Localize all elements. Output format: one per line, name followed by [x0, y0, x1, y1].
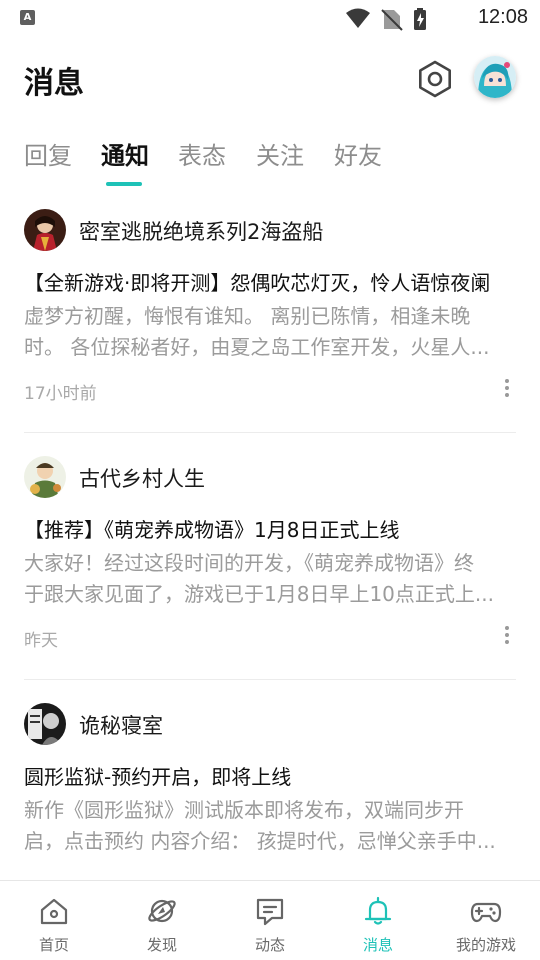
divider — [24, 432, 516, 433]
tab-reply[interactable]: 回复 — [24, 136, 72, 188]
notification-time: 17小时前 — [24, 384, 97, 404]
notification-time: 昨天 — [24, 631, 58, 651]
sender-avatar[interactable] — [24, 703, 66, 745]
status-time: 12:08 — [477, 6, 528, 28]
battery-charging-icon — [414, 8, 426, 30]
active-tab-indicator — [106, 182, 142, 186]
divider — [24, 679, 516, 680]
no-sim-icon — [381, 9, 403, 31]
nav-label: 动态 — [254, 936, 285, 954]
planet-icon — [148, 899, 176, 923]
wifi-icon — [346, 8, 370, 28]
status-bar: A 12:08 — [0, 0, 540, 38]
nav-label: 我的游戏 — [455, 936, 516, 954]
nav-label: 消息 — [362, 936, 393, 954]
nav-home[interactable]: 首页 — [0, 881, 108, 960]
notification-item[interactable]: 诡秘寝室 圆形监狱-预约开启，即将上线 新作《圆形监狱》测试版本即将发布，双端同… — [24, 703, 516, 878]
sender-avatar[interactable] — [24, 209, 66, 251]
tab-reaction[interactable]: 表态 — [178, 136, 226, 188]
notification-title: 【全新游戏·即将开测】怨偶吹芯灯灭，怜人语惊夜阑 — [24, 271, 491, 295]
more-options-icon[interactable] — [502, 624, 512, 648]
nav-messages[interactable]: 消息 — [324, 881, 432, 960]
tab-notice[interactable]: 通知 — [101, 136, 149, 188]
gamepad-icon — [470, 902, 502, 923]
status-icons — [344, 7, 456, 31]
bottom-navigation: 首页 发现 动态 消息 我的游戏 — [0, 880, 540, 960]
sender-name[interactable]: 诡秘寝室 — [79, 710, 163, 740]
more-options-icon[interactable] — [502, 377, 512, 401]
notification-title: 【推荐】《萌宠养成物语》1月8日正式上线 — [24, 518, 400, 542]
bell-icon — [364, 896, 392, 925]
user-avatar[interactable] — [474, 56, 516, 98]
notification-preview: 新作《圆形监狱》测试版本即将发布，双端同步开 启，点击预约 内容介绍： 孩提时代… — [24, 798, 496, 853]
sender-name[interactable]: 古代乡村人生 — [79, 463, 205, 493]
page-title: 消息 — [24, 66, 84, 101]
nav-feed[interactable]: 动态 — [216, 881, 324, 960]
chat-icon — [256, 898, 284, 926]
sender-name[interactable]: 密室逃脱绝境系列2海盗船 — [79, 216, 323, 246]
nav-label: 发现 — [146, 936, 177, 954]
tab-friends[interactable]: 好友 — [334, 136, 382, 188]
nav-my-games[interactable]: 我的游戏 — [432, 881, 540, 960]
settings-button[interactable] — [414, 58, 456, 100]
notification-title: 圆形监狱-预约开启，即将上线 — [24, 765, 292, 789]
nav-label: 首页 — [38, 936, 69, 954]
notification-item[interactable]: 古代乡村人生 【推荐】《萌宠养成物语》1月8日正式上线 大家好！经过这段时间的开… — [24, 456, 516, 656]
settings-icon — [419, 60, 452, 98]
nav-discover[interactable]: 发现 — [108, 881, 216, 960]
notification-preview: 虚梦方初醒，悔恨有谁知。 离别已陈情，相逢未晚 时。 各位探秘者好，由夏之岛工作… — [24, 304, 490, 359]
notification-item[interactable]: 密室逃脱绝境系列2海盗船 【全新游戏·即将开测】怨偶吹芯灯灭，怜人语惊夜阑 虚梦… — [24, 209, 516, 409]
home-icon — [40, 898, 68, 925]
app-notification-icon: A — [20, 10, 35, 25]
message-tabs: 回复 通知 表态 关注 好友 — [0, 136, 540, 188]
sender-avatar[interactable] — [24, 456, 66, 498]
notification-preview: 大家好！经过这段时间的开发，《萌宠养成物语》终 于跟大家见面了，游戏已于1月8日… — [24, 551, 494, 606]
tab-follow[interactable]: 关注 — [256, 136, 304, 188]
